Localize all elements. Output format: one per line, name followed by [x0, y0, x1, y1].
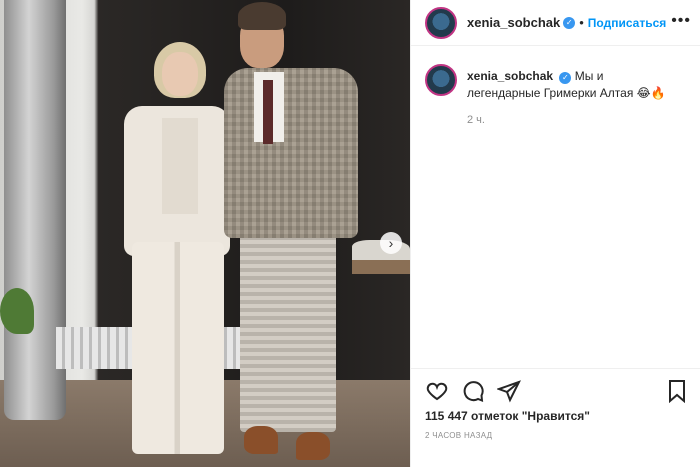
bookmark-icon[interactable]	[665, 379, 689, 403]
man-hair	[238, 2, 286, 30]
photo-plant	[0, 288, 34, 334]
more-options-icon[interactable]: •••	[671, 12, 691, 30]
woman-vest	[162, 118, 198, 214]
caption-avatar[interactable]	[425, 64, 457, 96]
woman-trousers	[132, 242, 224, 454]
man-shoe-right	[296, 432, 330, 460]
heart-icon[interactable]	[425, 379, 449, 403]
action-icons	[425, 379, 521, 403]
man-tie	[263, 80, 273, 144]
caption-username-link[interactable]: xenia_sobchak	[467, 69, 553, 83]
post-timestamp[interactable]: 2 ЧАСОВ НАЗАД	[425, 431, 492, 440]
post-actions: 115 447 отметок "Нравится" 2 ЧАСОВ НАЗАД	[411, 368, 700, 467]
username-link[interactable]: xenia_sobchak	[467, 15, 560, 30]
verified-badge-icon: ✓	[559, 71, 572, 84]
man-shoe-left	[244, 426, 278, 454]
photo-person-man	[224, 2, 360, 466]
verified-badge-icon: ✓	[563, 16, 576, 29]
likes-count[interactable]: 115 447 отметок "Нравится"	[425, 409, 590, 423]
photo-table	[352, 260, 410, 274]
man-jacket	[224, 68, 358, 238]
follow-button[interactable]: Подписаться	[588, 16, 666, 30]
photo-person-woman	[118, 42, 236, 460]
share-icon[interactable]	[497, 379, 521, 403]
post-side-panel: xenia_sobchak ✓ • Подписаться ••• xenia_…	[410, 0, 700, 467]
comment-icon[interactable]	[461, 379, 485, 403]
avatar[interactable]	[425, 6, 457, 39]
post-header: xenia_sobchak ✓ • Подписаться •••	[411, 0, 700, 46]
separator-dot: •	[579, 15, 584, 30]
man-trousers	[240, 232, 336, 432]
post-photo[interactable]: ›	[0, 0, 410, 467]
caption-block: xenia_sobchak ✓ Мы и легендарные Гримерк…	[425, 64, 691, 102]
woman-face	[162, 52, 198, 96]
chevron-right-icon[interactable]: ›	[380, 232, 402, 254]
caption-timestamp: 2 ч.	[467, 114, 485, 126]
caption-text: xenia_sobchak ✓ Мы и легендарные Гримерк…	[467, 68, 677, 102]
